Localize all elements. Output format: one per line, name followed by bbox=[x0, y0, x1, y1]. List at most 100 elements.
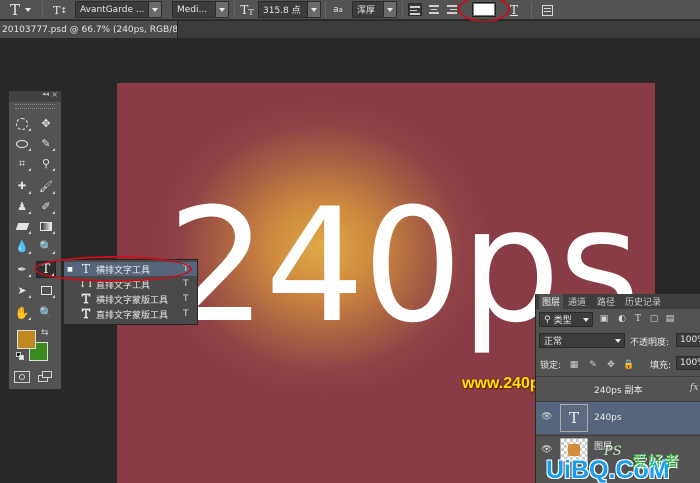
collapse-icon[interactable]: ◂◂ bbox=[42, 90, 49, 98]
pen-tool-icon[interactable]: ✒ bbox=[12, 261, 32, 278]
font-style-value: Medi... bbox=[177, 4, 208, 15]
gradient-tool-icon[interactable] bbox=[36, 218, 56, 235]
filter-type-icon[interactable]: T bbox=[632, 314, 644, 324]
default-colors-icon[interactable] bbox=[16, 352, 24, 360]
flyout-item-horizontal-type[interactable]: ■ T 横排文字工具 T bbox=[64, 262, 197, 276]
horizontal-type-mask-icon: T bbox=[81, 292, 91, 307]
separator bbox=[325, 2, 326, 18]
blur-tool-icon[interactable]: 💧 bbox=[12, 238, 32, 255]
tab-layers[interactable]: 图层 bbox=[539, 294, 564, 309]
flyout-item-label: 横排文字工具 bbox=[96, 265, 151, 276]
eye-icon[interactable]: 👁 bbox=[541, 412, 552, 422]
filter-shape-icon[interactable]: ▢ bbox=[648, 314, 660, 324]
lock-image-icon[interactable]: ✎ bbox=[588, 360, 598, 370]
layer-filter-select[interactable]: ⚲ 类型 bbox=[539, 312, 593, 327]
character-panel-icon[interactable] bbox=[540, 0, 554, 20]
quick-selection-icon[interactable]: ✎ bbox=[36, 135, 56, 152]
separator bbox=[42, 2, 43, 18]
flyout-item-label: 横排文字蒙版工具 bbox=[96, 295, 169, 306]
foreground-color-swatch[interactable] bbox=[17, 330, 36, 349]
type-tool-flyout-menu: ■ T 横排文字工具 T ↓T 直排文字工具 T T 横排文字蒙版工具 T T … bbox=[63, 259, 198, 325]
opacity-input[interactable]: 100% bbox=[676, 333, 700, 347]
font-size-input[interactable]: 315.8 点 bbox=[258, 1, 308, 18]
layer-filter-value: 类型 bbox=[553, 316, 572, 326]
font-family-value: AvantGarde ... bbox=[80, 4, 145, 15]
font-size-icon: TT bbox=[240, 3, 254, 17]
flyout-item-shortcut: T bbox=[183, 264, 189, 274]
screen-mode-icon[interactable] bbox=[38, 371, 54, 383]
warp-text-icon[interactable]: T bbox=[506, 0, 522, 20]
crop-tool-icon[interactable]: ⌗ bbox=[12, 155, 32, 172]
filter-smart-object-icon[interactable]: ▤ bbox=[664, 314, 676, 324]
path-selection-icon[interactable]: ➤ bbox=[12, 282, 32, 299]
dodge-tool-icon[interactable]: 🔍 bbox=[36, 238, 56, 255]
swap-colors-icon[interactable]: ⇆ bbox=[41, 328, 49, 338]
marquee-tool-icon[interactable] bbox=[12, 115, 32, 132]
opacity-value: 100% bbox=[680, 335, 700, 345]
eyedropper-tool-icon[interactable]: ⚲ bbox=[36, 155, 56, 172]
text-color-fill bbox=[473, 3, 495, 16]
filter-adjustment-icon[interactable]: ◐ bbox=[616, 314, 628, 324]
text-color-swatch[interactable] bbox=[472, 2, 496, 17]
lasso-tool-icon[interactable] bbox=[12, 135, 32, 152]
text-orientation-icon[interactable]: T ↕ bbox=[50, 0, 70, 20]
text-tool-icon[interactable]: T bbox=[6, 0, 24, 20]
quick-mask-icon[interactable] bbox=[14, 371, 30, 383]
tools-panel-header[interactable]: ◂◂ × bbox=[9, 90, 61, 102]
flyout-item-vertical-type-mask[interactable]: T 直排文字蒙版工具 T bbox=[64, 307, 197, 322]
horizontal-type-icon: T bbox=[81, 262, 90, 276]
layers-panel-tabs: 图层 通道 路径 历史记录 bbox=[536, 294, 700, 309]
tab-label: 历史记录 bbox=[625, 298, 662, 308]
align-left-icon[interactable] bbox=[408, 3, 422, 16]
layer-row-selected[interactable]: 👁 T 240ps bbox=[536, 401, 700, 434]
thumbnail-glyph: T bbox=[568, 409, 579, 427]
zoom-tool-icon[interactable]: 🔍 bbox=[36, 304, 56, 321]
font-style-dropdown-button[interactable] bbox=[215, 1, 229, 18]
tool-preset-dropdown[interactable] bbox=[25, 0, 35, 20]
lock-transparent-icon[interactable]: ▦ bbox=[569, 360, 579, 370]
document-tab[interactable]: 20103777.psd @ 66.7% (240ps, RGB/8) * × bbox=[0, 21, 178, 38]
flyout-item-label: 直排文字蒙版工具 bbox=[96, 310, 169, 321]
flyout-item-horizontal-type-mask[interactable]: T 横排文字蒙版工具 T bbox=[64, 292, 197, 307]
tab-paths[interactable]: 路径 bbox=[594, 294, 618, 309]
history-brush-icon[interactable]: ✐ bbox=[36, 198, 56, 215]
font-style-select[interactable]: Medi... bbox=[172, 1, 216, 18]
site-logo: PS UiBQ.CoM 爱好者 bbox=[546, 444, 700, 483]
fill-input[interactable]: 100% bbox=[676, 356, 700, 370]
align-right-icon[interactable] bbox=[446, 3, 460, 16]
healing-brush-icon[interactable]: ✚ bbox=[12, 178, 32, 195]
tools-panel: ◂◂ × ⌗ ✚ ♟ 💧 ✒ ➤ ✋ ✥ ✎ ⚲ 🖌 ✐ 🔍 T 🔍 ⇆ bbox=[8, 90, 62, 390]
tab-channels[interactable]: 通道 bbox=[565, 294, 589, 309]
separator bbox=[234, 2, 235, 18]
font-family-dropdown-button[interactable] bbox=[148, 1, 162, 18]
font-size-dropdown-button[interactable] bbox=[307, 1, 321, 18]
lock-all-icon[interactable]: 🔒 bbox=[623, 360, 634, 370]
hand-tool-icon[interactable]: ✋ bbox=[12, 304, 32, 321]
close-icon[interactable]: × bbox=[51, 90, 58, 99]
antialias-select[interactable]: 浑厚 bbox=[352, 1, 384, 18]
flyout-item-shortcut: T bbox=[183, 309, 189, 319]
antialias-dropdown-button[interactable] bbox=[383, 1, 397, 18]
layer-effects-icon[interactable]: fx bbox=[690, 383, 698, 393]
type-tool-icon[interactable]: T bbox=[36, 261, 56, 278]
tab-history[interactable]: 历史记录 bbox=[622, 294, 664, 309]
layer-row[interactable]: 240ps 副本 bbox=[536, 376, 700, 400]
lock-position-icon[interactable]: ✥ bbox=[606, 360, 616, 370]
move-tool-icon[interactable]: ✥ bbox=[36, 115, 56, 132]
eraser-tool-icon[interactable] bbox=[12, 218, 32, 235]
blend-mode-value: 正常 bbox=[544, 337, 563, 347]
clone-stamp-icon[interactable]: ♟ bbox=[12, 198, 32, 215]
fill-value: 100% bbox=[680, 358, 700, 368]
text-layer-thumbnail: T bbox=[560, 404, 588, 432]
font-family-select[interactable]: AvantGarde ... bbox=[75, 1, 149, 18]
panel-grip[interactable] bbox=[15, 104, 55, 109]
antialias-icon: aa bbox=[333, 5, 343, 15]
rectangle-tool-icon[interactable] bbox=[36, 282, 56, 299]
filter-pixel-icon[interactable]: ▣ bbox=[598, 314, 610, 324]
blend-mode-select[interactable]: 正常 bbox=[539, 333, 625, 348]
align-center-icon[interactable] bbox=[428, 3, 442, 16]
opacity-label: 不透明度: bbox=[630, 338, 670, 348]
brush-tool-icon[interactable]: 🖌 bbox=[36, 178, 56, 195]
flyout-item-vertical-type[interactable]: ↓T 直排文字工具 T bbox=[64, 277, 197, 291]
search-icon: ⚲ bbox=[544, 314, 551, 325]
